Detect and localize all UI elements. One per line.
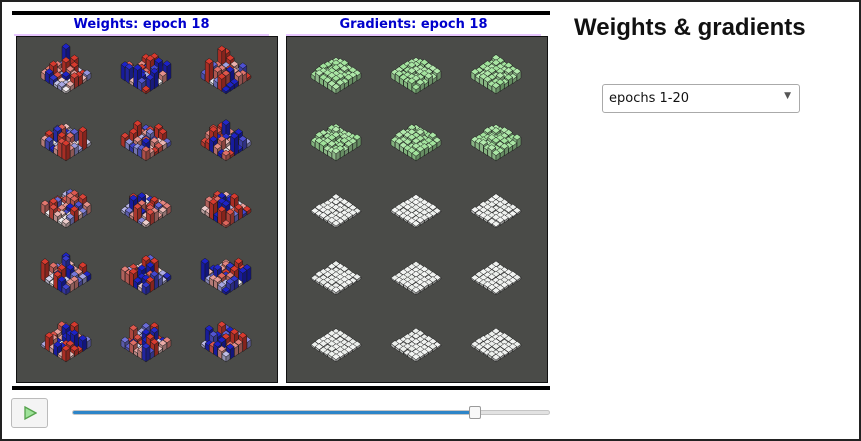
top-border-bar [12, 11, 550, 15]
weights-panel [16, 36, 278, 383]
page-title: Weights & gradients [574, 14, 806, 41]
visualization-area: Weights: epoch 18 Gradients: epoch 18 [12, 11, 550, 392]
epoch-slider[interactable] [72, 406, 550, 419]
epoch-range-dropdown[interactable]: epochs 1-20 ▼ [602, 84, 800, 113]
gradients-grid [310, 54, 522, 363]
play-button[interactable] [11, 398, 48, 428]
chevron-down-icon: ▼ [784, 91, 791, 101]
gradients-panel [286, 36, 548, 383]
play-icon [24, 406, 37, 420]
slider-fill [73, 411, 475, 414]
slider-thumb[interactable] [468, 406, 481, 419]
bottom-border-bar [12, 386, 550, 390]
gradients-panel-title: Gradients: epoch 18 [286, 16, 541, 36]
weights-panel-title: Weights: epoch 18 [14, 16, 269, 36]
weights-grid [40, 43, 252, 363]
epoch-range-value: epochs 1-20 [609, 91, 689, 106]
